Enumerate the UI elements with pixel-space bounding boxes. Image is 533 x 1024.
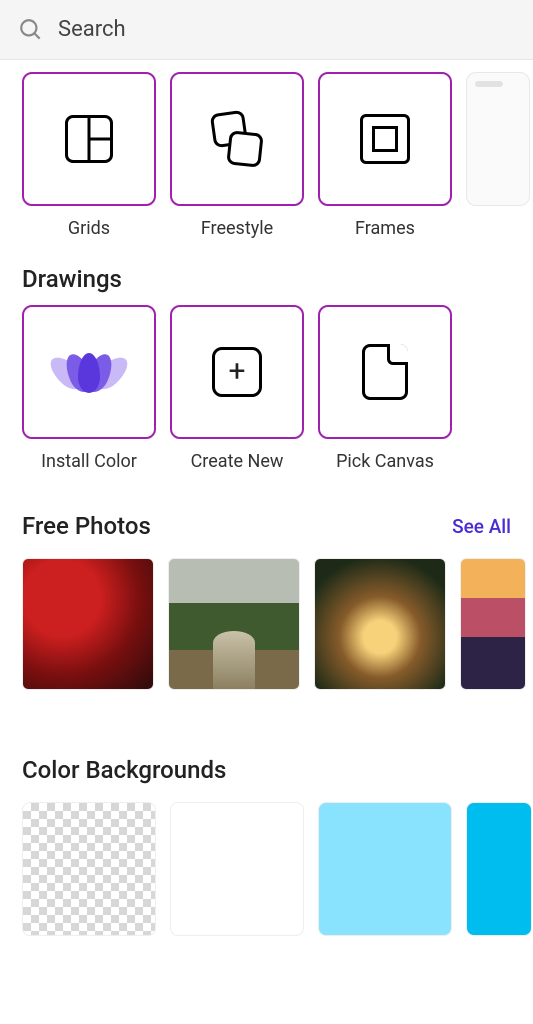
search-bar[interactable]: Search <box>0 0 533 60</box>
drawings-header: Drawings <box>0 239 533 293</box>
plus-box-icon: + <box>212 347 262 397</box>
color-backgrounds-title: Color Backgrounds <box>22 756 226 784</box>
frames-label: Frames <box>355 218 415 239</box>
swatch-transparent[interactable] <box>22 802 156 936</box>
photo-flowers[interactable] <box>22 558 154 690</box>
tile-freestyle[interactable]: Freestyle <box>170 72 304 239</box>
swatch-cyan[interactable] <box>466 802 532 936</box>
tile-pick-canvas[interactable]: Pick Canvas <box>318 305 452 472</box>
frames-tile[interactable] <box>318 72 452 206</box>
tile-grids[interactable]: Grids <box>22 72 156 239</box>
color-backgrounds-row <box>0 784 533 936</box>
drawings-row: Install Color + Create New Pick Canvas <box>0 293 533 472</box>
swatch-light-blue[interactable] <box>318 802 452 936</box>
photo-sunset[interactable] <box>460 558 526 690</box>
free-photos-title: Free Photos <box>22 512 151 540</box>
frames-icon <box>360 114 410 164</box>
grids-tile[interactable] <box>22 72 156 206</box>
collage-types-row: Grids Freestyle Frames <box>0 60 533 239</box>
free-photos-row <box>0 540 533 690</box>
tile-frames[interactable]: Frames <box>318 72 452 239</box>
pick-canvas-tile[interactable] <box>318 305 452 439</box>
freestyle-icon <box>208 110 266 168</box>
freestyle-tile[interactable] <box>170 72 304 206</box>
grids-label: Grids <box>68 218 110 239</box>
tile-more-peek[interactable] <box>466 72 530 206</box>
tile-install-color[interactable]: Install Color <box>22 305 156 472</box>
lotus-icon <box>60 347 118 397</box>
canvas-icon <box>362 344 408 400</box>
tile-create-new[interactable]: + Create New <box>170 305 304 472</box>
ghost-preview <box>467 73 529 205</box>
freestyle-label: Freestyle <box>201 218 273 239</box>
see-all-link[interactable]: See All <box>452 515 511 538</box>
install-color-label: Install Color <box>41 451 137 472</box>
search-placeholder: Search <box>58 17 126 42</box>
create-new-label: Create New <box>191 451 284 472</box>
color-backgrounds-header: Color Backgrounds <box>0 730 533 784</box>
search-icon <box>18 17 44 43</box>
photo-candle[interactable] <box>314 558 446 690</box>
create-new-tile[interactable]: + <box>170 305 304 439</box>
grids-icon <box>65 115 113 163</box>
install-color-tile[interactable] <box>22 305 156 439</box>
photo-forest[interactable] <box>168 558 300 690</box>
free-photos-header: Free Photos See All <box>0 472 533 540</box>
swatch-white[interactable] <box>170 802 304 936</box>
pick-canvas-label: Pick Canvas <box>336 451 434 472</box>
drawings-title: Drawings <box>22 265 122 293</box>
